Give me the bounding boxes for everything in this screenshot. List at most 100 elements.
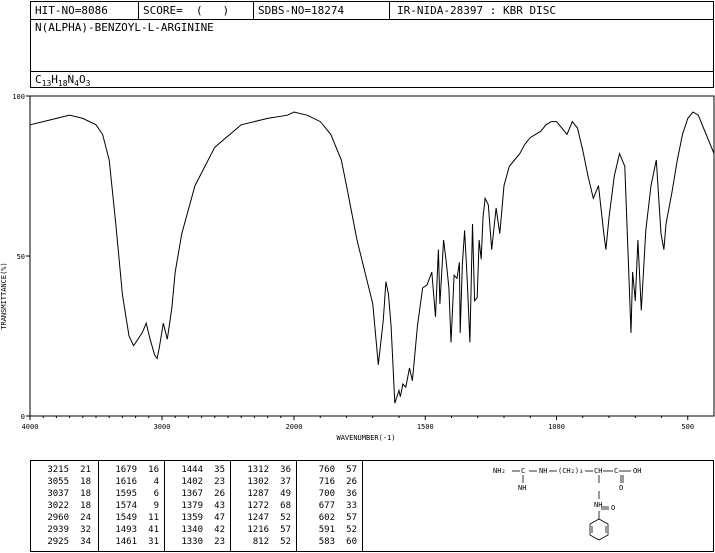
peak-transmittance: 60 bbox=[346, 537, 357, 547]
hit-number: HIT-NO=8086 bbox=[31, 2, 139, 19]
peak-transmittance: 32 bbox=[80, 525, 91, 535]
peak-column: 1444 35 1402 23 1367 26 1379 43 1359 47 1340 42 1330… bbox=[165, 461, 231, 551]
peak-transmittance: 35 bbox=[214, 465, 225, 475]
peak-transmittance: 57 bbox=[346, 465, 357, 475]
peak-transmittance: 23 bbox=[214, 537, 225, 547]
peak-transmittance: 26 bbox=[214, 489, 225, 499]
peak-wavenumber: 3215 bbox=[47, 465, 69, 475]
peak-wavenumber: 1379 bbox=[181, 501, 203, 511]
peak-wavenumber: 1493 bbox=[115, 525, 137, 535]
peak-wavenumber: 812 bbox=[252, 537, 269, 547]
peak-transmittance: 33 bbox=[346, 501, 357, 511]
peak-wavenumber: 1616 bbox=[115, 477, 137, 487]
peak-column: 1312 36 1302 37 1287 49 1272 68 1247 52 1216 57 812 5… bbox=[231, 461, 297, 551]
amine-group: NH₂ bbox=[493, 467, 506, 475]
peak-wavenumber: 1247 bbox=[247, 513, 269, 523]
carboxyl-carbon: C bbox=[614, 467, 619, 475]
spectrum-line bbox=[29, 111, 715, 404]
peak-wavenumber: 591 bbox=[318, 525, 335, 535]
peak-transmittance: 24 bbox=[80, 513, 91, 523]
peak-transmittance: 18 bbox=[80, 477, 91, 487]
peak-wavenumber: 3037 bbox=[47, 489, 69, 499]
peak-transmittance: 34 bbox=[80, 537, 91, 547]
peak-transmittance: 47 bbox=[214, 513, 225, 523]
peak-wavenumber: 3055 bbox=[47, 477, 69, 487]
peak-transmittance: 52 bbox=[346, 525, 357, 535]
peak-wavenumber: 1272 bbox=[247, 501, 269, 511]
y-axis-label: TRANSMITTANCE(%) bbox=[0, 262, 8, 329]
x-axis: 4000 3000 2000 1500 1000 500 bbox=[22, 416, 694, 431]
hydroxyl-group: OH bbox=[633, 467, 642, 475]
peak-transmittance: 31 bbox=[148, 537, 159, 547]
peak-wavenumber: 1461 bbox=[115, 537, 137, 547]
amide-nh: NH bbox=[594, 501, 603, 509]
peak-wavenumber: 1402 bbox=[181, 477, 203, 487]
peak-transmittance: 37 bbox=[280, 477, 291, 487]
peak-wavenumber: 1312 bbox=[247, 465, 269, 475]
methylene-chain: (CH₂)₃ bbox=[558, 467, 584, 475]
header-info-row: HIT-NO=8086 SCORE= ( ) SDBS-NO=18274 IR-… bbox=[31, 2, 713, 20]
peak-transmittance: 18 bbox=[80, 489, 91, 499]
spectrum-header: HIT-NO=8086 SCORE= ( ) SDBS-NO=18274 IR-… bbox=[30, 1, 714, 88]
peak-wavenumber: 1679 bbox=[115, 465, 137, 475]
compound-name: N(ALPHA)-BENZOYL-L-ARGININE bbox=[35, 21, 214, 34]
peak-transmittance: 49 bbox=[280, 489, 291, 499]
alpha-carbon: CH bbox=[594, 467, 603, 475]
y-tick-label: 50 bbox=[17, 253, 25, 261]
peak-table: 3215 21 3055 18 3037 18 3022 18 2960 24 2939 32 2925… bbox=[30, 460, 714, 552]
peak-transmittance: 68 bbox=[280, 501, 291, 511]
peak-wavenumber: 2960 bbox=[47, 513, 69, 523]
peak-wavenumber: 1216 bbox=[247, 525, 269, 535]
header-divider bbox=[31, 71, 713, 72]
peak-wavenumber: 1549 bbox=[115, 513, 137, 523]
peak-wavenumber: 1595 bbox=[115, 489, 137, 499]
peak-wavenumber: 1302 bbox=[247, 477, 269, 487]
peak-transmittance: 26 bbox=[346, 477, 357, 487]
peak-column: 760 57 716 26 700 36 677 33 602 57 591 52 583 60 bbox=[297, 461, 363, 551]
peak-transmittance: 41 bbox=[148, 525, 159, 535]
amide-oxygen: O bbox=[611, 504, 616, 512]
x-tick-label: 1500 bbox=[417, 423, 434, 431]
y-tick-label: 0 bbox=[21, 413, 25, 421]
x-axis-label: WAVENUMBER(-1) bbox=[336, 434, 395, 442]
peak-transmittance: 52 bbox=[280, 537, 291, 547]
y-axis: 0 50 100 bbox=[12, 93, 30, 421]
peak-transmittance: 11 bbox=[148, 513, 159, 523]
peak-wavenumber: 1444 bbox=[181, 465, 203, 475]
ir-spectrum-chart: 0 50 100 4000 3000 2000 1500 1000 500 TRANSMITT… bbox=[0, 93, 715, 442]
peak-transmittance: 21 bbox=[80, 465, 91, 475]
peak-wavenumber: 3022 bbox=[47, 501, 69, 511]
measurement-method: IR-NIDA-28397 : KBR DISC bbox=[397, 4, 556, 17]
peak-column: 3215 21 3055 18 3037 18 3022 18 2960 24 2939 32 2925… bbox=[31, 461, 99, 551]
peak-wavenumber: 700 bbox=[318, 489, 335, 499]
peak-wavenumber: 602 bbox=[318, 513, 335, 523]
peak-transmittance: 57 bbox=[280, 525, 291, 535]
x-tick-label: 500 bbox=[681, 423, 694, 431]
peak-wavenumber: 583 bbox=[318, 537, 335, 547]
peak-transmittance: 9 bbox=[153, 501, 159, 511]
benzene-ring bbox=[589, 518, 609, 541]
peak-wavenumber: 1574 bbox=[115, 501, 137, 511]
peak-wavenumber: 1287 bbox=[247, 489, 269, 499]
peak-wavenumber: 2939 bbox=[47, 525, 69, 535]
peak-transmittance: 16 bbox=[148, 465, 159, 475]
x-tick-label: 4000 bbox=[22, 423, 39, 431]
peak-wavenumber: 1330 bbox=[181, 537, 203, 547]
plot-frame bbox=[29, 95, 715, 417]
peak-transmittance: 43 bbox=[214, 501, 225, 511]
peak-transmittance: 18 bbox=[80, 501, 91, 511]
peak-transmittance: 4 bbox=[153, 477, 159, 487]
imine-group: NH bbox=[518, 484, 527, 492]
guanidine-nh: NH bbox=[539, 467, 548, 475]
peak-transmittance: 36 bbox=[346, 489, 357, 499]
peak-wavenumber: 1340 bbox=[181, 525, 203, 535]
x-tick-label: 3000 bbox=[154, 423, 171, 431]
chemical-structure: NH₂ C NH (CH₂)₃ CH C OH NH O NH C O bbox=[403, 461, 713, 551]
peak-transmittance: 23 bbox=[214, 477, 225, 487]
peak-wavenumber: 2925 bbox=[47, 537, 69, 547]
x-tick-label: 2000 bbox=[286, 423, 303, 431]
y-tick-label: 100 bbox=[12, 93, 25, 101]
carbonyl-oxygen: O bbox=[619, 484, 624, 492]
score: SCORE= ( ) bbox=[139, 2, 254, 19]
peak-wavenumber: 760 bbox=[318, 465, 335, 475]
